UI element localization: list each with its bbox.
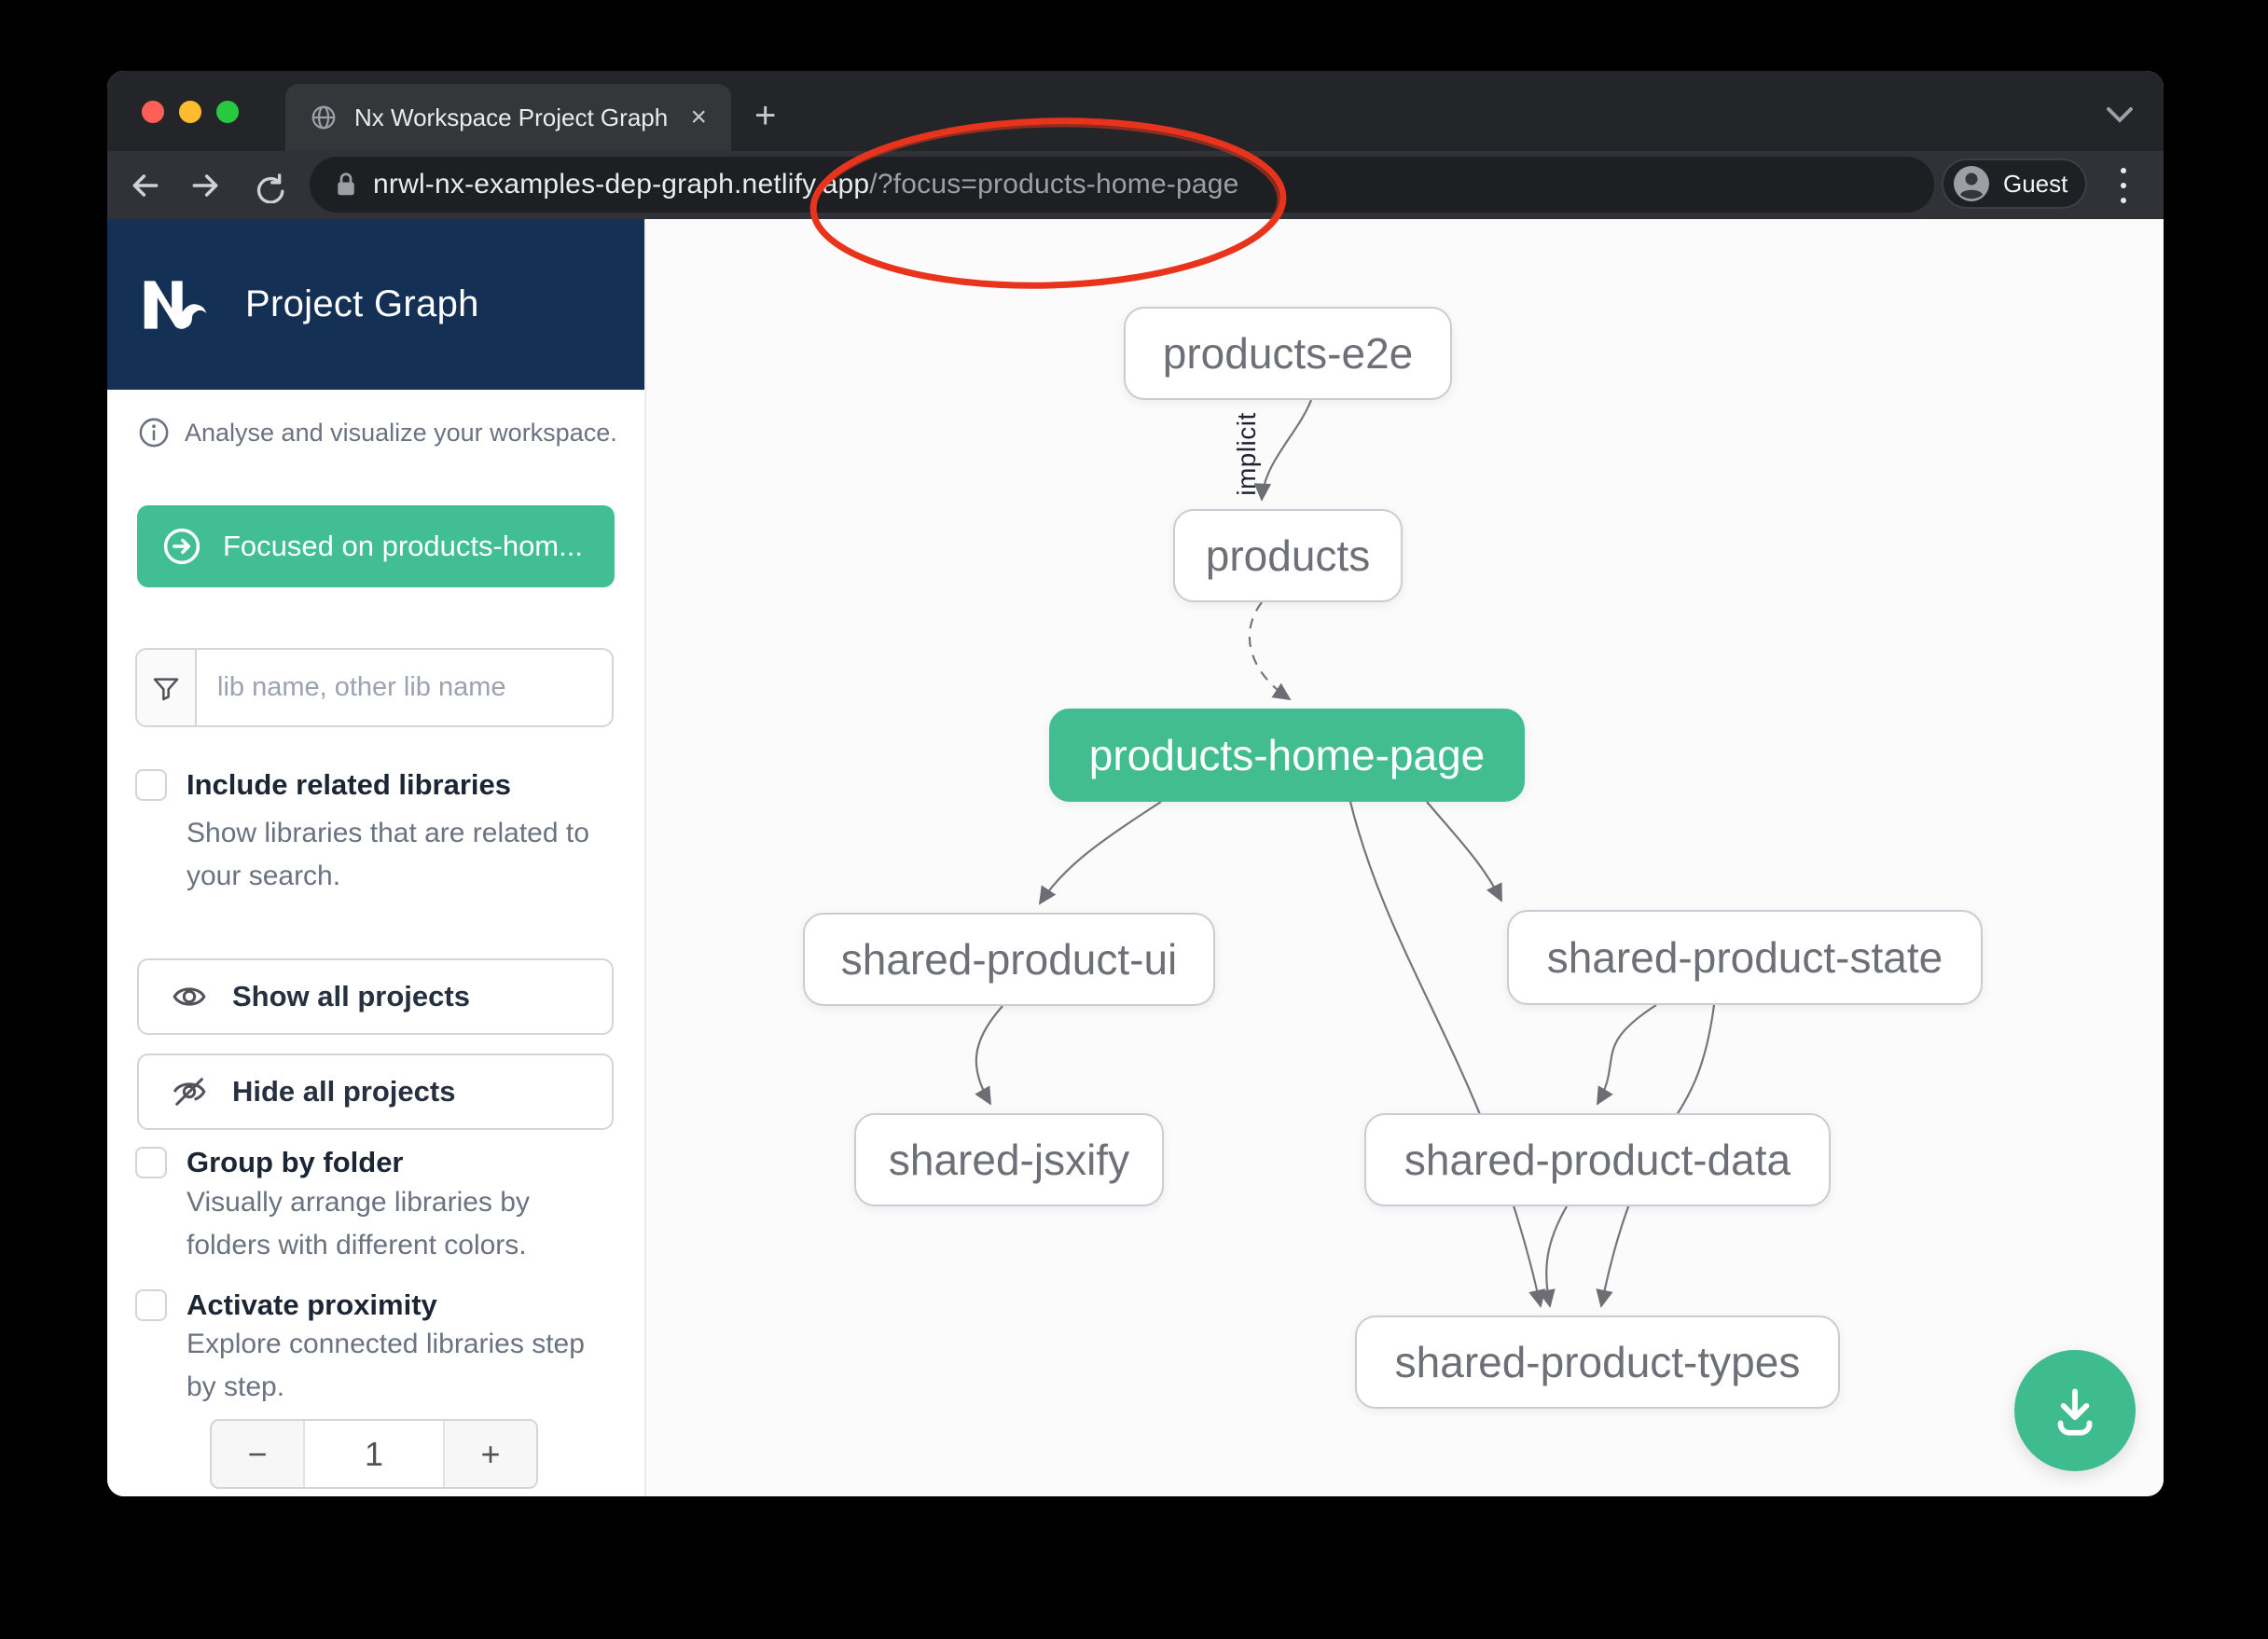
forward-icon[interactable] xyxy=(181,151,229,219)
graph-node-products-e2e[interactable]: products-e2e xyxy=(1124,307,1452,400)
graph-node-products-home-page[interactable]: products-home-page xyxy=(1049,709,1525,802)
graph-edges xyxy=(646,219,2164,1496)
info-icon xyxy=(138,417,170,448)
include-related-checkbox[interactable] xyxy=(135,769,167,801)
graph-edge-products-e2e-to-products xyxy=(1262,400,1311,500)
activate-proximity-checkbox[interactable] xyxy=(135,1289,167,1321)
url-domain: nrwl-nx-examples-dep-graph.netlify.app xyxy=(373,169,869,200)
filter-icon xyxy=(137,650,197,725)
url-bar[interactable]: nrwl-nx-examples-dep-graph.netlify.app/?… xyxy=(310,157,1934,213)
filter-input[interactable] xyxy=(197,650,612,725)
graph-edge-shared-product-data-to-shared-product-types xyxy=(1546,1206,1567,1306)
stepper-value[interactable]: 1 xyxy=(305,1421,443,1487)
url-text: nrwl-nx-examples-dep-graph.netlify.app/?… xyxy=(373,169,1239,200)
edge-label-implicit: implicit xyxy=(1232,412,1262,496)
avatar-icon xyxy=(1953,165,1990,202)
stepper-decrement-button[interactable]: − xyxy=(212,1421,305,1487)
url-path: /?focus=products-home-page xyxy=(869,169,1238,200)
browser-toolbar: nrwl-nx-examples-dep-graph.netlify.app/?… xyxy=(107,151,2164,219)
tab-close-icon[interactable]: × xyxy=(690,103,707,131)
group-by-folder-checkbox[interactable] xyxy=(135,1147,167,1178)
graph-node-shared-product-state[interactable]: shared-product-state xyxy=(1507,910,1983,1005)
eye-icon xyxy=(171,978,208,1015)
show-all-projects-label: Show all projects xyxy=(232,980,470,1013)
nx-logo xyxy=(137,267,214,343)
activate-proximity-description: Explore connected libraries step by step… xyxy=(187,1323,606,1409)
include-related-description: Show libraries that are related to your … xyxy=(187,812,606,898)
tagline-text: Analyse and visualize your workspace. xyxy=(185,419,617,448)
graph-node-shared-jsxify[interactable]: shared-jsxify xyxy=(854,1113,1164,1206)
eye-off-icon xyxy=(171,1073,208,1110)
group-by-folder-label: Group by folder xyxy=(187,1146,404,1179)
back-icon[interactable] xyxy=(121,151,170,219)
focused-button-label: Focused on products-hom... xyxy=(223,530,583,563)
graph-edge-shared-product-ui-to-shared-jsxify xyxy=(976,1006,1003,1104)
reload-icon[interactable] xyxy=(243,151,292,219)
graph-node-shared-product-ui[interactable]: shared-product-ui xyxy=(803,913,1215,1006)
window-minimize-button[interactable] xyxy=(179,101,201,123)
globe-icon xyxy=(310,103,338,131)
arrow-right-circle-icon xyxy=(161,526,202,567)
tagline-row: Analyse and visualize your workspace. xyxy=(138,417,617,448)
profile-button[interactable]: Guest xyxy=(1942,158,2087,209)
tab-title: Nx Workspace Project Graph xyxy=(354,103,673,132)
chevron-down-icon[interactable] xyxy=(2103,103,2137,127)
window-close-button[interactable] xyxy=(142,101,164,123)
window-zoom-button[interactable] xyxy=(216,101,239,123)
graph-node-shared-product-types[interactable]: shared-product-types xyxy=(1355,1315,1840,1409)
sidebar: Project Graph Analyse and visualize your… xyxy=(107,219,646,1496)
hide-all-projects-button[interactable]: Hide all projects xyxy=(137,1054,614,1130)
graph-node-shared-product-data[interactable]: shared-product-data xyxy=(1364,1113,1831,1206)
activate-proximity-label: Activate proximity xyxy=(187,1288,437,1322)
proximity-stepper: − 1 + xyxy=(210,1419,538,1489)
group-by-folder-description: Visually arrange libraries by folders wi… xyxy=(187,1181,606,1267)
graph-edge-products-home-page-to-shared-product-ui xyxy=(1040,802,1161,903)
include-related-label: Include related libraries xyxy=(187,768,511,802)
graph-edge-products-home-page-to-shared-product-state xyxy=(1427,802,1501,901)
more-menu-icon[interactable] xyxy=(2112,164,2135,207)
download-image-button[interactable] xyxy=(2014,1350,2136,1471)
lock-icon xyxy=(334,171,358,199)
download-icon xyxy=(2044,1380,2106,1441)
graph-edge-products-to-products-home-page xyxy=(1250,602,1290,699)
stepper-increment-button[interactable]: + xyxy=(443,1421,536,1487)
sidebar-header: Project Graph xyxy=(107,219,644,390)
profile-label: Guest xyxy=(2003,170,2067,199)
new-tab-button[interactable]: + xyxy=(754,99,776,132)
filter-field xyxy=(135,648,614,727)
show-all-projects-button[interactable]: Show all projects xyxy=(137,958,614,1035)
graph-node-products[interactable]: products xyxy=(1173,509,1403,602)
graph-canvas: products-e2e products products-home-page sh… xyxy=(646,219,2164,1496)
graph-edge-products-home-page-to-shared-product-types xyxy=(1350,802,1541,1306)
graph-edge-shared-product-state-to-shared-product-data xyxy=(1597,1005,1656,1104)
browser-tab[interactable]: Nx Workspace Project Graph × xyxy=(285,84,731,151)
app-title: Project Graph xyxy=(245,283,479,325)
tab-strip: Nx Workspace Project Graph × + xyxy=(107,71,2164,151)
hide-all-projects-label: Hide all projects xyxy=(232,1075,455,1109)
browser-window: Nx Workspace Project Graph × + xyxy=(107,71,2164,1496)
focused-button[interactable]: Focused on products-hom... xyxy=(137,505,615,587)
